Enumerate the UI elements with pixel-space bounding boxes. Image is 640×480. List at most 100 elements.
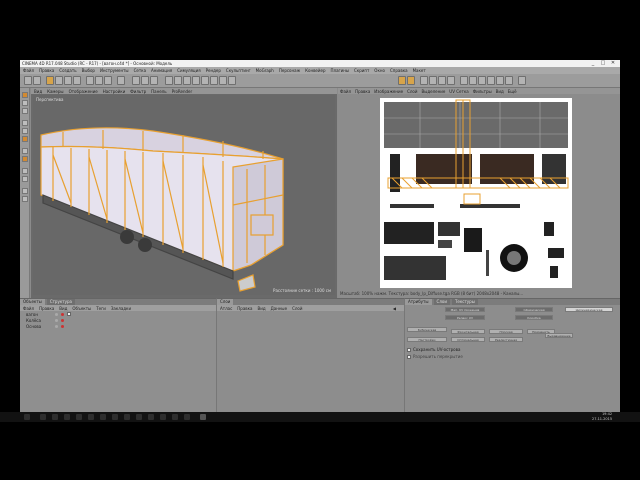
- undo-icon[interactable]: [24, 76, 32, 85]
- viewport-menu-options[interactable]: Настройки: [103, 89, 126, 94]
- rotate-icon[interactable]: [73, 76, 81, 85]
- taskbar-clock[interactable]: 19:42 27.11.2015: [592, 412, 612, 422]
- menu-plugins[interactable]: Плагины: [331, 68, 350, 73]
- menu-edit[interactable]: Правка: [39, 68, 54, 73]
- menu-layout[interactable]: Макет: [413, 68, 426, 73]
- uv-points-mode-icon[interactable]: [22, 148, 28, 154]
- menu-mesh[interactable]: Сетка: [134, 68, 146, 73]
- uv-menu-layer[interactable]: Слой: [407, 89, 417, 94]
- uv-tool-icon-6[interactable]: [505, 76, 513, 85]
- render-dot-icon[interactable]: [61, 318, 64, 322]
- uv-edit-icon-3[interactable]: [438, 76, 446, 85]
- taskbar-app-icon[interactable]: [124, 414, 130, 420]
- frontal-button[interactable]: Фронтальная: [451, 329, 485, 334]
- visibility-dot-icon[interactable]: [55, 312, 58, 316]
- close-button[interactable]: ✕: [608, 60, 618, 67]
- optimal-button[interactable]: Оптимальная: [451, 337, 485, 342]
- render-dot-icon[interactable]: [61, 312, 64, 316]
- play-arrow-icon[interactable]: ◀: [393, 306, 396, 311]
- object-row[interactable]: Основа: [20, 323, 216, 329]
- settings-button[interactable]: Настройки: [407, 337, 447, 342]
- layers-menu-data[interactable]: Данные: [271, 306, 287, 311]
- render-view-icon[interactable]: [132, 76, 140, 85]
- cubic-button[interactable]: Кубическая: [407, 327, 447, 332]
- x-axis-icon[interactable]: [86, 76, 94, 85]
- menu-file[interactable]: Файл: [23, 68, 34, 73]
- taskbar-app-icon[interactable]: [52, 414, 58, 420]
- pen-icon[interactable]: [174, 76, 182, 85]
- taskbar-app-icon[interactable]: [76, 414, 82, 420]
- spherical-button[interactable]: Сферическая: [515, 307, 553, 312]
- uv-projection-button[interactable]: Мап. UV проекция: [445, 307, 485, 312]
- taskbar-app-icon[interactable]: [184, 414, 190, 420]
- model-mode-icon[interactable]: [22, 92, 28, 98]
- viewport-menu-display[interactable]: Отображение: [69, 89, 98, 94]
- scale-icon[interactable]: [64, 76, 72, 85]
- tab-textures[interactable]: Текстуры: [451, 299, 478, 305]
- option-allow-overlap[interactable]: Разрешить перекрытие: [407, 354, 463, 359]
- boxcar-model[interactable]: [33, 95, 335, 295]
- om-menu-file[interactable]: Файл: [23, 306, 34, 311]
- render-dot-icon[interactable]: [61, 324, 64, 328]
- tab-attributes[interactable]: Атрибуты: [405, 299, 432, 305]
- coordinate-system-icon[interactable]: [117, 76, 125, 85]
- texture-mode-icon[interactable]: [22, 100, 28, 106]
- layers-menu-view[interactable]: Вид: [258, 306, 266, 311]
- minimize-button[interactable]: _: [588, 60, 598, 67]
- camera-icon[interactable]: [219, 76, 227, 85]
- taskbar-app-icon[interactable]: [136, 414, 142, 420]
- menu-help[interactable]: Справка: [390, 68, 408, 73]
- viewport-menu-view[interactable]: Вид: [34, 89, 42, 94]
- uv-texture-canvas[interactable]: [380, 98, 572, 288]
- maximize-button[interactable]: □: [598, 60, 608, 67]
- tab-layers-attr[interactable]: Слои: [433, 299, 450, 305]
- cube-icon[interactable]: [165, 76, 173, 85]
- lock-workplane-icon[interactable]: [22, 188, 28, 194]
- taskbar-app-icon[interactable]: [112, 414, 118, 420]
- uv-tool-icon-2[interactable]: [469, 76, 477, 85]
- layout-select-icon[interactable]: [518, 76, 526, 85]
- viewport-menu-filter[interactable]: Фильтр: [130, 89, 146, 94]
- taskbar-app-icon[interactable]: [88, 414, 94, 420]
- start-icon[interactable]: [24, 414, 30, 420]
- om-menu-bookmarks[interactable]: Закладки: [111, 306, 131, 311]
- uv-tool-icon-3[interactable]: [478, 76, 486, 85]
- perspective-viewport[interactable]: Вид Камеры Отображение Настройки Фильтр …: [31, 88, 337, 298]
- uv-menu-filter[interactable]: Фильтры: [473, 89, 492, 94]
- cylindrical-button[interactable]: Цилиндрическая: [565, 307, 613, 312]
- uv-texture-map[interactable]: [380, 98, 572, 288]
- menu-window[interactable]: Окно: [374, 68, 385, 73]
- om-menu-view[interactable]: Вид: [59, 306, 67, 311]
- menu-mograph[interactable]: MoGraph: [256, 68, 274, 73]
- uv-polygons-icon[interactable]: [407, 76, 415, 85]
- uv-menu-edit[interactable]: Правка: [355, 89, 370, 94]
- checkbox-icon[interactable]: [407, 354, 411, 359]
- option-preserve-islands[interactable]: Сохранить UV-острова: [407, 347, 460, 352]
- viewport-menu-cameras[interactable]: Камеры: [47, 89, 63, 94]
- menu-sculpt[interactable]: Скульптинг: [226, 68, 251, 73]
- om-menu-edit[interactable]: Правка: [39, 306, 54, 311]
- taskbar-app-icon[interactable]: [40, 414, 46, 420]
- texture-tag-icon[interactable]: [67, 312, 71, 316]
- tab-layers[interactable]: Слои: [217, 299, 234, 305]
- layers-menu-layer[interactable]: Слой: [292, 306, 302, 311]
- uv-edit-icon-1[interactable]: [420, 76, 428, 85]
- viewport-canvas[interactable]: Перспектива Расстояние сетки: 1000 см: [33, 95, 335, 295]
- live-select-icon[interactable]: [46, 76, 54, 85]
- box-button[interactable]: Коробка: [515, 315, 553, 320]
- taskbar-app-icon[interactable]: [172, 414, 178, 420]
- realistic-button[interactable]: Реалистичная: [489, 337, 523, 342]
- menu-render[interactable]: Рендер: [206, 68, 221, 73]
- uv-menu-uvmesh[interactable]: UV Сетка: [449, 89, 468, 94]
- uv-tool-icon-5[interactable]: [496, 76, 504, 85]
- menu-animate[interactable]: Анимация: [151, 68, 172, 73]
- om-menu-tags[interactable]: Теги: [96, 306, 106, 311]
- uv-tool-icon-4[interactable]: [487, 76, 495, 85]
- visibility-dot-icon[interactable]: [55, 324, 58, 328]
- menu-select[interactable]: Выбор: [82, 68, 95, 73]
- redo-icon[interactable]: [33, 76, 41, 85]
- array-icon[interactable]: [192, 76, 200, 85]
- checkbox-icon[interactable]: [407, 347, 411, 352]
- subdivision-icon[interactable]: [183, 76, 191, 85]
- visibility-dot-icon[interactable]: [55, 318, 58, 322]
